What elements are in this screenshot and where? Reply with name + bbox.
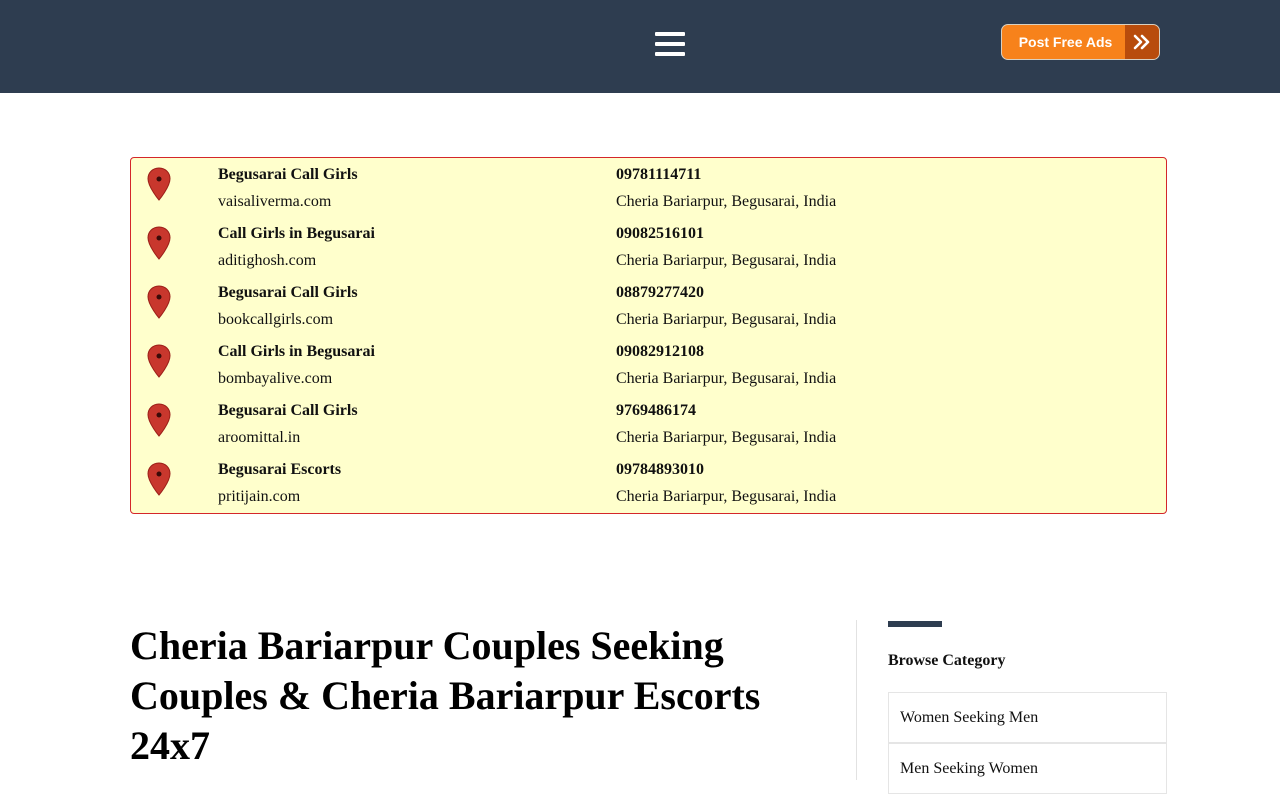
category-men-seeking-women[interactable]: Men Seeking Women <box>888 743 1167 794</box>
map-pin-icon <box>147 462 171 496</box>
listing-site[interactable]: aroomittal.in <box>218 429 300 447</box>
menu-icon-bar <box>655 52 685 56</box>
listing-name[interactable]: Call Girls in Begusarai <box>218 225 375 243</box>
listing-site[interactable]: pritijain.com <box>218 488 300 506</box>
listing-row: Begusarai Call Girls aroomittal.in 97694… <box>131 394 1166 450</box>
listing-row: Call Girls in Begusarai aditighosh.com 0… <box>131 217 1166 273</box>
listing-site[interactable]: vaisaliverma.com <box>218 193 331 211</box>
page-title: Cheria Bariarpur Couples Seeking Couples… <box>130 623 761 768</box>
post-free-ads-label: Post Free Ads <box>1018 34 1113 50</box>
listing-phone[interactable]: 09082516101 <box>616 225 704 243</box>
menu-icon-bar <box>655 42 685 46</box>
listing-phone[interactable]: 09781114711 <box>616 166 701 184</box>
listing-site[interactable]: aditighosh.com <box>218 252 316 270</box>
double-chevron-right-icon <box>1125 25 1159 59</box>
listing-location: Cheria Bariarpur, Begusarai, India <box>616 193 837 210</box>
map-pin-icon <box>147 226 171 260</box>
menu-icon[interactable] <box>655 28 685 60</box>
listing-site[interactable]: bombayalive.com <box>218 370 332 388</box>
listing-row: Begusarai Call Girls bookcallgirls.com 0… <box>131 276 1166 332</box>
listing-name[interactable]: Begusarai Escorts <box>218 461 341 479</box>
listing-site[interactable]: bookcallgirls.com <box>218 311 333 329</box>
listing-name[interactable]: Begusarai Call Girls <box>218 166 358 184</box>
category-women-seeking-men[interactable]: Women Seeking Men <box>888 692 1167 743</box>
listing-row: Begusarai Call Girls vaisaliverma.com 09… <box>131 158 1166 214</box>
sidebar-accent-bar <box>888 621 942 627</box>
listing-name[interactable]: Call Girls in Begusarai <box>218 343 375 361</box>
listing-phone[interactable]: 9769486174 <box>616 402 696 420</box>
listing-location: Cheria Bariarpur, Begusarai, India <box>616 429 837 446</box>
listing-location: Cheria Bariarpur, Begusarai, India <box>616 488 837 505</box>
map-pin-icon <box>147 403 171 437</box>
menu-icon-bar <box>655 32 685 36</box>
browse-category-heading: Browse Category <box>888 652 1006 669</box>
sponsored-listings: Begusarai Call Girls vaisaliverma.com 09… <box>130 157 1167 514</box>
map-pin-icon <box>147 344 171 378</box>
map-pin-icon <box>147 285 171 319</box>
top-navbar: Post Free Ads <box>0 0 1280 93</box>
listing-location: Cheria Bariarpur, Begusarai, India <box>616 311 837 328</box>
listing-name[interactable]: Begusarai Call Girls <box>218 284 358 302</box>
listing-location: Cheria Bariarpur, Begusarai, India <box>616 370 837 387</box>
listing-location: Cheria Bariarpur, Begusarai, India <box>616 252 837 269</box>
listing-row: Call Girls in Begusarai bombayalive.com … <box>131 335 1166 391</box>
listing-phone[interactable]: 08879277420 <box>616 284 704 302</box>
listing-row: Begusarai Escorts pritijain.com 09784893… <box>131 453 1166 509</box>
column-divider <box>856 620 857 780</box>
map-pin-icon <box>147 167 171 201</box>
listing-name[interactable]: Begusarai Call Girls <box>218 402 358 420</box>
post-free-ads-button[interactable]: Post Free Ads <box>1001 24 1160 60</box>
listing-phone[interactable]: 09082912108 <box>616 343 704 361</box>
listing-phone[interactable]: 09784893010 <box>616 461 704 479</box>
